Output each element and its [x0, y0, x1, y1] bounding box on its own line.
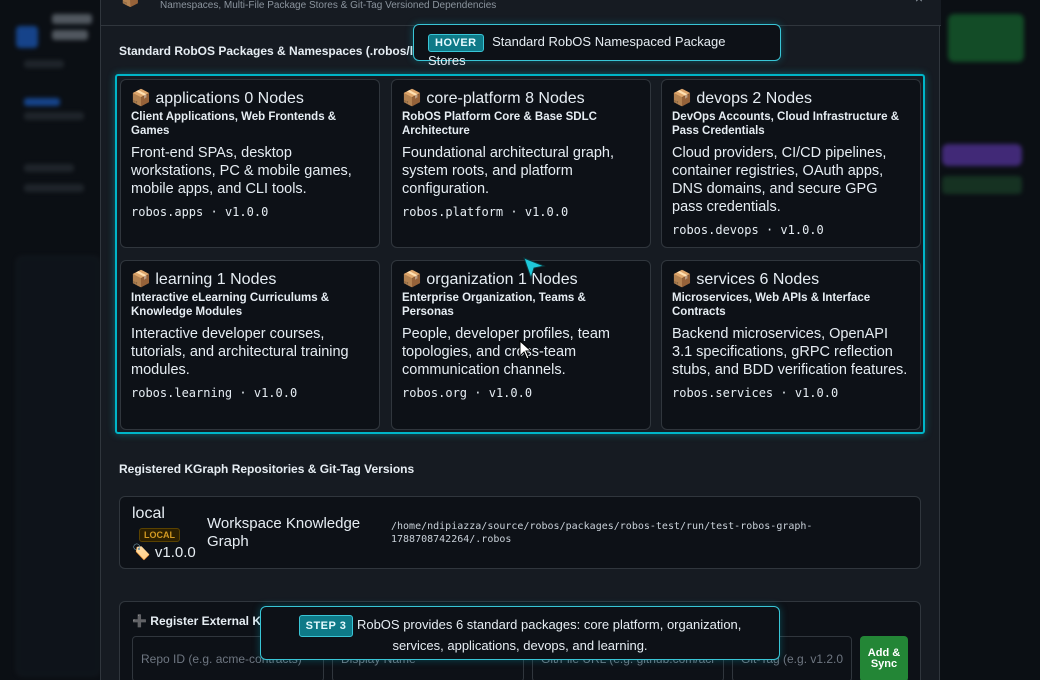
bg-green-button [942, 176, 1022, 194]
package-icon: 📦 [131, 90, 151, 107]
bg-line [24, 164, 74, 172]
bg-line [24, 60, 64, 68]
package-subtitle: RobOS Platform Core & Base SDLC Architec… [402, 111, 597, 137]
package-icon: 📦 [131, 271, 151, 288]
package-subtitle: DevOps Accounts, Cloud Infrastructure & … [672, 111, 900, 137]
package-title: 📦 applications 0 Nodes [131, 90, 304, 107]
repo-id: local [132, 505, 165, 522]
repo-path: /home/ndipiazza/source/robos/packages/ro… [391, 521, 813, 545]
package-description: Front-end SPAs, desktop workstations, PC… [131, 145, 352, 197]
bg-panel [16, 256, 100, 676]
package-title: 📦 core-platform 8 Nodes [402, 90, 585, 107]
package-namespace: robos.org · v1.0.0 [402, 386, 533, 400]
package-card-learning[interactable]: 📦 learning 1 Nodes Interactive eLearning… [120, 260, 380, 430]
repo-version: 🏷️ v1.0.0 [132, 544, 196, 561]
package-namespace: robos.platform · v1.0.0 [402, 205, 569, 219]
close-icon[interactable]: × [915, 0, 923, 6]
step-text: RobOS provides 6 standard packages: core… [356, 617, 742, 653]
standard-packages-title: Standard RobOS Packages & Namespaces (.r… [119, 44, 414, 58]
package-icon: 📦 [402, 271, 422, 288]
package-card-services[interactable]: 📦 services 6 Nodes Microservices, Web AP… [661, 260, 921, 430]
package-namespace: robos.services · v1.0.0 [672, 386, 839, 400]
app-title-placeholder [52, 30, 88, 40]
step-tooltip: STEP 3 RobOS provides 6 standard package… [260, 606, 780, 660]
repo-name: Workspace Knowledge Graph [207, 515, 361, 550]
add-sync-button[interactable]: Add & Sync [860, 636, 908, 680]
local-badge: LOCAL [139, 528, 180, 542]
package-description: Interactive developer courses, tutorials… [131, 326, 349, 378]
bg-purple-button [942, 144, 1022, 166]
bg-line [24, 98, 60, 106]
bg-line [24, 112, 84, 120]
app-title-placeholder [52, 14, 92, 24]
pointer-arrow-icon [523, 257, 546, 280]
package-subtitle: Microservices, Web APIs & Interface Cont… [672, 292, 871, 318]
package-subtitle: Interactive eLearning Curriculums & Know… [131, 292, 330, 318]
modal-header: 📦 Namespaces, Multi-File Package Stores … [101, 0, 941, 26]
modal-subtitle: Namespaces, Multi-File Package Stores & … [160, 0, 497, 11]
step-tag: STEP 3 [298, 615, 354, 637]
package-namespace: robos.apps · v1.0.0 [131, 205, 269, 219]
package-namespace: robos.devops · v1.0.0 [672, 223, 824, 237]
package-icon: 📦 [121, 0, 140, 8]
package-icon: 📦 [672, 271, 692, 288]
package-title: 📦 learning 1 Nodes [131, 271, 277, 288]
package-icon: 📦 [672, 90, 692, 107]
package-title: 📦 services 6 Nodes [672, 271, 820, 288]
package-subtitle: Client Applications, Web Frontends & Gam… [131, 111, 337, 137]
repositories-title: Registered KGraph Repositories & Git-Tag… [119, 462, 415, 476]
package-namespace: robos.learning · v1.0.0 [131, 386, 298, 400]
repo-card-local[interactable]: local LOCAL 🏷️ v1.0.0 Workspace Knowledg… [119, 496, 921, 569]
package-title: 📦 organization 1 Nodes [402, 271, 578, 288]
register-title: ➕ Register External K [132, 614, 261, 628]
package-card-applications[interactable]: 📦 applications 0 Nodes Client Applicatio… [120, 79, 380, 248]
package-description: Foundational architectural graph, system… [402, 145, 614, 197]
bg-green-button [948, 14, 1024, 62]
hover-tag: HOVER [428, 34, 484, 52]
package-grid: 📦 applications 0 Nodes Client Applicatio… [115, 74, 925, 434]
tag-icon: 🏷️ [132, 544, 151, 561]
package-icon: 📦 [402, 90, 422, 107]
package-title: 📦 devops 2 Nodes [672, 90, 813, 107]
hover-tooltip: HOVER Standard RobOS Namespaced Package … [413, 24, 781, 68]
app-logo [16, 26, 38, 48]
package-description: Backend microservices, OpenAPI 3.1 speci… [672, 326, 908, 378]
package-description: Cloud providers, CI/CD pipelines, contai… [672, 145, 887, 215]
package-subtitle: Enterprise Organization, Teams & Persona… [402, 292, 586, 318]
package-card-core-platform[interactable]: 📦 core-platform 8 Nodes RobOS Platform C… [391, 79, 651, 248]
mouse-cursor-icon [519, 340, 533, 360]
bg-line [24, 184, 84, 192]
package-card-devops[interactable]: 📦 devops 2 Nodes DevOps Accounts, Cloud … [661, 79, 921, 248]
